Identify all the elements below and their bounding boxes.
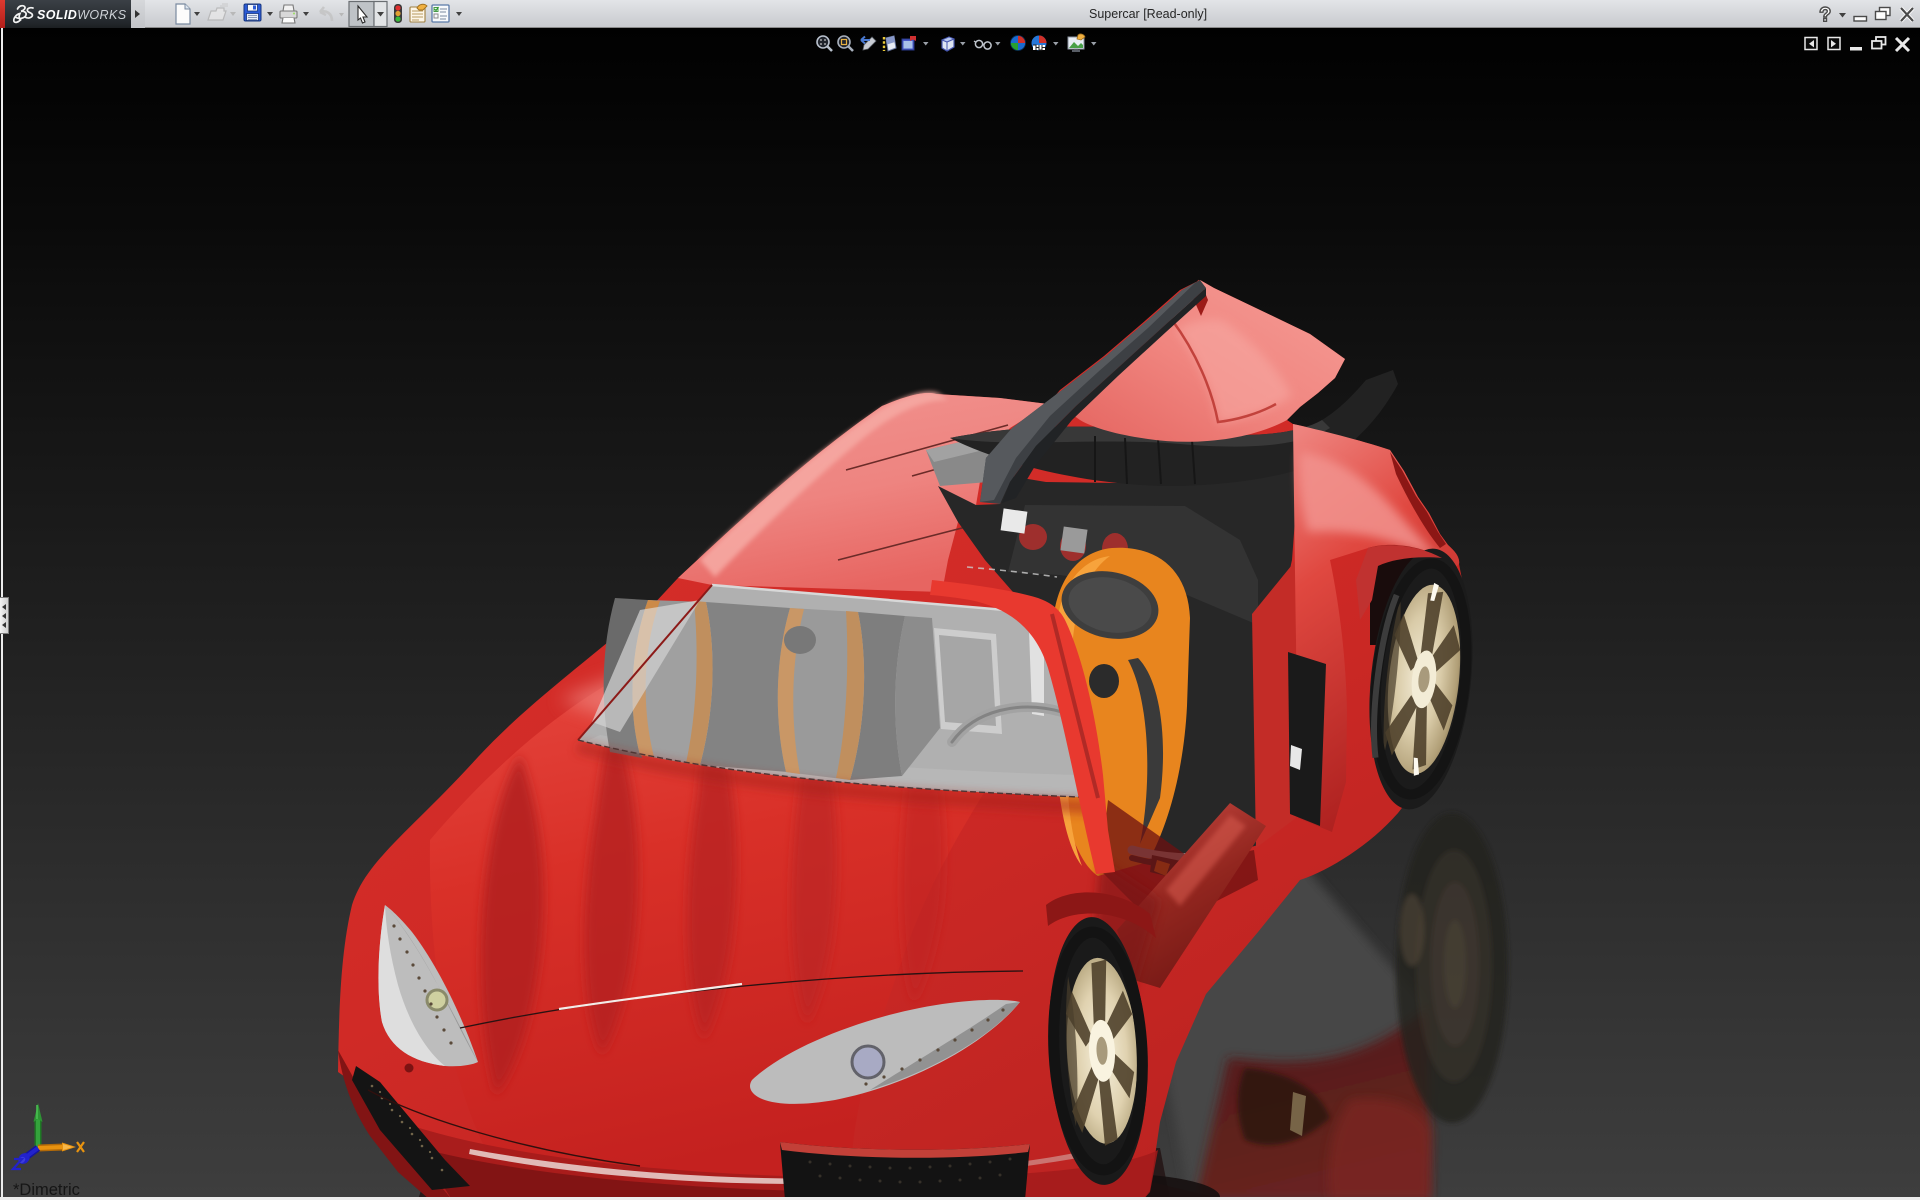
svg-text:SOLIDWORKS: SOLIDWORKS	[37, 8, 127, 22]
